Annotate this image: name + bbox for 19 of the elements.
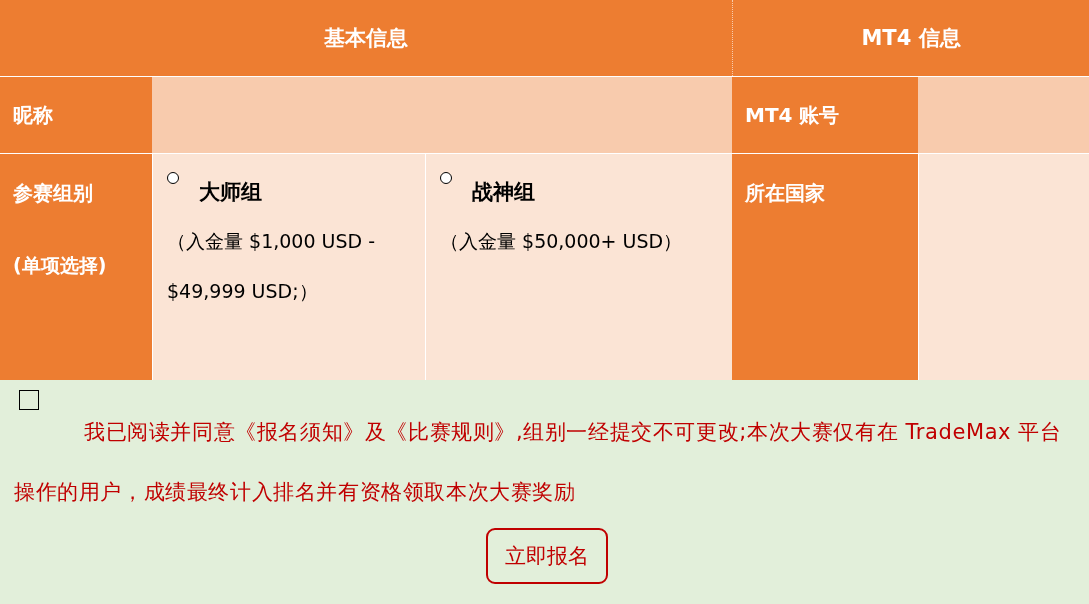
agreement-text: 我已阅读并同意《报名须知》及《比赛规则》,组别一经提交不可更改;本次大赛仅有在 TradeMax 平台操作的用户，成绩最终计入排名并有资格领取本次大赛奖励 [14, 419, 1063, 506]
radio-button[interactable] [167, 172, 179, 184]
input-field[interactable] [918, 154, 1089, 380]
table-header-cell: MT4 信息 [732, 0, 1089, 76]
option-description: （入金量 $50,000+ USD） [440, 229, 683, 254]
field-label: 昵称 [0, 77, 152, 153]
input-field[interactable] [918, 77, 1089, 153]
field-label: 所在国家 [745, 180, 825, 207]
field-label: 参赛组别 [13, 180, 93, 207]
option-label: 大师组 [199, 179, 262, 206]
register-button[interactable]: 立即报名 [485, 528, 608, 584]
radio-button[interactable] [440, 172, 452, 184]
option-label: 战神组 [472, 179, 535, 206]
field-label: MT4 账号 [732, 77, 918, 153]
option-description: （入金量 $1,000 USD - $49,999 USD;） [167, 229, 377, 304]
input-field[interactable] [152, 77, 732, 153]
checkbox[interactable] [19, 390, 39, 410]
table-header-cell: 基本信息 [0, 0, 732, 76]
field-hint: (单项选择) [13, 253, 107, 278]
